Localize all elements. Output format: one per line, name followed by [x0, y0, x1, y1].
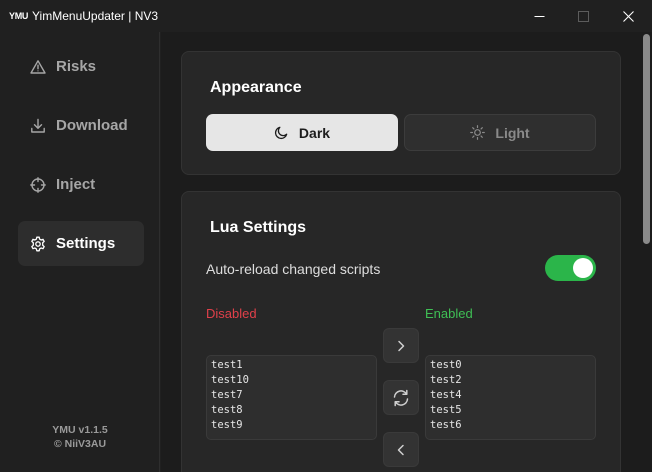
- disable-script-button[interactable]: [383, 432, 419, 467]
- sidebar-item-risks[interactable]: Risks: [18, 44, 144, 89]
- minimize-button[interactable]: [516, 0, 562, 32]
- sidebar-item-label: Settings: [56, 235, 116, 252]
- light-theme-button[interactable]: Light: [404, 114, 596, 151]
- sidebar-item-download[interactable]: Download: [18, 103, 144, 148]
- list-item[interactable]: test9: [211, 418, 372, 433]
- disabled-scripts-list[interactable]: test1 test10 test7 test8 test9: [206, 355, 377, 440]
- dark-theme-label: Dark: [298, 124, 331, 141]
- gear-icon: [31, 236, 45, 251]
- enabled-scripts-list[interactable]: test0 test2 test4 test5 test6: [425, 355, 596, 440]
- sidebar: Risks Download Inject Settings YMU v1.1.…: [0, 32, 160, 472]
- enabled-label: Enabled: [425, 306, 473, 321]
- main-content: Appearance Dark Light Lua Settings Auto-…: [161, 32, 652, 472]
- sun-icon: [470, 125, 486, 140]
- auto-reload-toggle[interactable]: [545, 255, 596, 281]
- list-item[interactable]: test2: [430, 373, 591, 388]
- version-info: YMU v1.1.5 © NiiV3AU: [0, 423, 160, 451]
- sidebar-item-label: Risks: [56, 58, 97, 75]
- list-item[interactable]: test10: [211, 373, 372, 388]
- disabled-label: Disabled: [206, 306, 257, 321]
- light-theme-label: Light: [495, 124, 530, 141]
- refresh-scripts-button[interactable]: [383, 380, 419, 415]
- minimize-icon: [534, 15, 544, 17]
- warning-icon: [30, 59, 46, 74]
- window-title: YimMenuUpdater | NV3: [32, 9, 159, 23]
- lua-settings-card: Lua Settings Auto-reload changed scripts…: [181, 191, 621, 472]
- close-icon: [622, 10, 634, 22]
- auto-reload-label: Auto-reload changed scripts: [206, 261, 381, 277]
- main-scrollbar[interactable]: [641, 32, 652, 472]
- chevron-left-icon: [397, 444, 404, 455]
- maximize-button[interactable]: [560, 0, 606, 32]
- crosshair-icon: [30, 176, 46, 193]
- sidebar-item-label: Download: [56, 117, 128, 134]
- toggle-knob: [573, 258, 593, 278]
- sidebar-item-inject[interactable]: Inject: [18, 162, 144, 207]
- list-item[interactable]: test0: [430, 358, 591, 373]
- refresh-icon: [393, 389, 409, 406]
- appearance-title: Appearance: [210, 79, 302, 96]
- download-icon: [31, 118, 45, 133]
- maximize-icon: [577, 10, 589, 22]
- title-bar[interactable]: YMU YimMenuUpdater | NV3: [0, 0, 652, 32]
- appearance-card: Appearance Dark Light: [181, 51, 621, 175]
- scrollbar-thumb[interactable]: [643, 34, 650, 244]
- list-item[interactable]: test6: [430, 418, 591, 433]
- version-label: YMU v1.1.5: [52, 424, 108, 436]
- enable-script-button[interactable]: [383, 328, 419, 363]
- author-label: © NiiV3AU: [53, 438, 107, 450]
- chevron-right-icon: [398, 340, 405, 351]
- lua-settings-title: Lua Settings: [210, 219, 307, 236]
- list-item[interactable]: test8: [211, 403, 372, 418]
- close-button[interactable]: [605, 0, 651, 32]
- list-item[interactable]: test7: [211, 388, 372, 403]
- list-item[interactable]: test5: [430, 403, 591, 418]
- app-logo: YMU: [9, 11, 29, 21]
- sidebar-item-settings[interactable]: Settings: [18, 221, 144, 266]
- moon-icon: [274, 126, 288, 140]
- dark-theme-button[interactable]: Dark: [206, 114, 398, 151]
- list-item[interactable]: test4: [430, 388, 591, 403]
- list-item[interactable]: test1: [211, 358, 372, 373]
- sidebar-item-label: Inject: [56, 176, 96, 193]
